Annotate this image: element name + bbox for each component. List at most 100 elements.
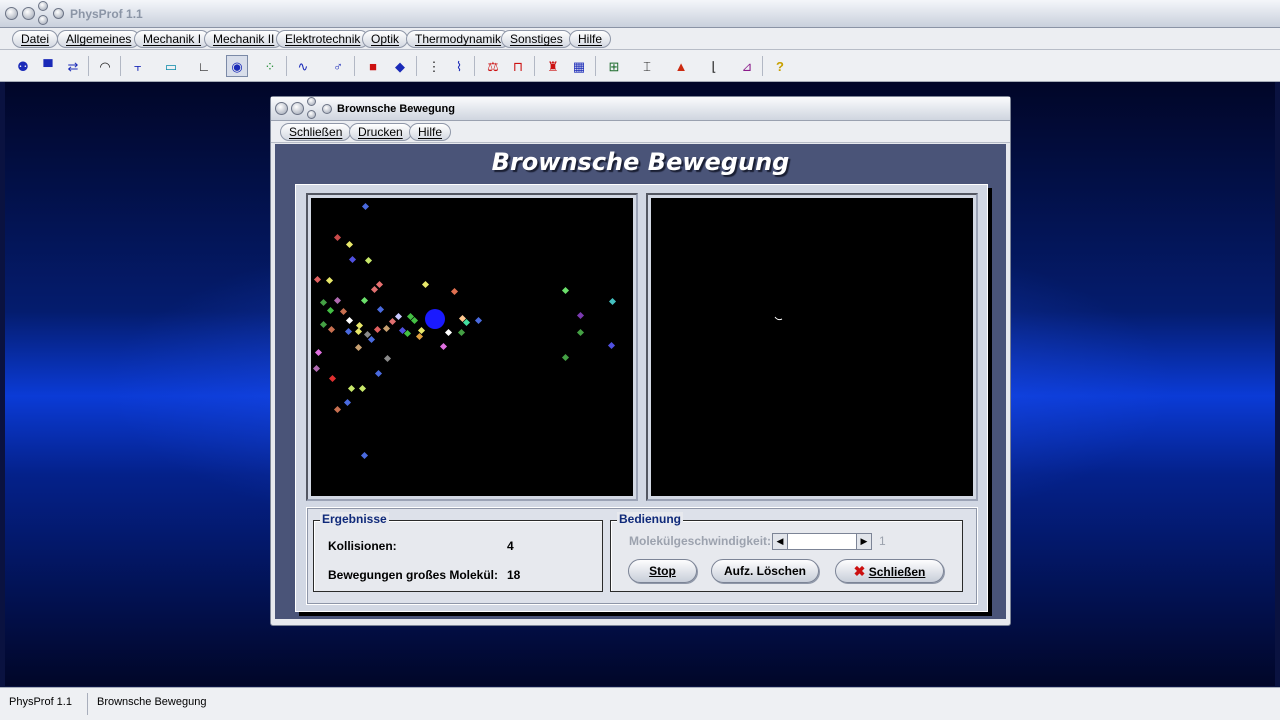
win-menu-close[interactable]: Schließen (280, 123, 352, 141)
small-molecule (319, 320, 328, 329)
small-molecule (343, 398, 352, 407)
window-title: Brownsche Bewegung (337, 103, 455, 115)
small-molecule (348, 255, 357, 264)
menu-datei[interactable]: Datei (12, 30, 59, 48)
toolbar-separator (120, 56, 121, 76)
collisions-label: Kollisionen: (328, 539, 397, 553)
spectrum-icon[interactable]: ⊿ (736, 55, 758, 77)
controls-area: Ergebnisse Kollisionen: 4 Bewegungen gro… (306, 507, 978, 605)
window-control-button[interactable] (307, 110, 316, 119)
controls-group: Bedienung Molekülgeschwindigkeit: ◀ ▶ 1 … (610, 512, 963, 592)
bar-icon[interactable]: ⋮ (423, 55, 445, 77)
win-menu-help[interactable]: Hilfe (409, 123, 452, 141)
menu-optik[interactable]: Optik (362, 30, 409, 48)
molecules-icon[interactable]: ⚉ (12, 55, 34, 77)
menu-hilfe[interactable]: Hilfe (569, 30, 612, 48)
app-icon (53, 8, 64, 19)
frame-icon[interactable]: ⊓ (507, 55, 529, 77)
dots-icon[interactable]: ⁘ (259, 55, 281, 77)
small-molecule (360, 451, 369, 460)
stop-button-label: Stop (649, 564, 676, 578)
app-title: PhysProf 1.1 (70, 7, 143, 21)
weight-icon[interactable]: ■ (362, 55, 384, 77)
close-button[interactable]: ✖ Schließen (835, 559, 944, 583)
exchange-icon[interactable]: ⇄ (62, 55, 84, 77)
menu-sonstiges[interactable]: Sonstiges (501, 30, 572, 48)
small-molecule (415, 332, 424, 341)
window-control-button[interactable] (38, 15, 48, 25)
small-molecule (383, 354, 392, 363)
small-molecule (314, 348, 323, 357)
menu-allgemeines[interactable]: Allgemeines (57, 30, 141, 48)
small-molecule (444, 328, 453, 337)
small-molecule (410, 316, 419, 325)
scroll-right-icon[interactable]: ▶ (856, 534, 871, 549)
level-icon[interactable]: ⫟ (127, 55, 149, 77)
transistor-icon[interactable]: ⊞ (603, 55, 625, 77)
window-control-button[interactable] (38, 1, 48, 11)
clear-trace-button-label: Aufz. Löschen (723, 564, 806, 578)
gender-icon[interactable]: ♂ (327, 55, 349, 77)
magnet-icon[interactable]: ◆ (389, 55, 411, 77)
balance-icon[interactable]: ▀ (37, 55, 59, 77)
simulation-screen-frame (306, 193, 638, 501)
small-molecule (474, 316, 483, 325)
app-title-bar: PhysProf 1.1 (0, 0, 1280, 28)
small-molecule (360, 296, 369, 305)
menu-thermodynamik[interactable]: Thermodynamik (406, 30, 511, 48)
window-title-bar[interactable]: Brownsche Bewegung (271, 97, 1010, 121)
scroll-left-icon[interactable]: ◀ (773, 534, 788, 549)
small-molecule (375, 280, 384, 289)
resistor-icon[interactable]: ⌶ (636, 55, 658, 77)
window-body: Brownsche Bewegung Ergebnisse Kollisione… (275, 144, 1006, 619)
small-molecule (313, 275, 322, 284)
simulation-screen (311, 198, 633, 496)
menu-elektrotechnik[interactable]: Elektrotechnik (276, 30, 370, 48)
distribution-icon[interactable]: ⌊ (703, 55, 725, 77)
small-molecule (457, 328, 466, 337)
small-molecule (376, 305, 385, 314)
help-icon[interactable]: ? (769, 55, 791, 77)
curve-icon[interactable]: ◠ (94, 55, 116, 77)
small-molecule (388, 317, 397, 326)
eye-icon[interactable]: ◉ (226, 55, 248, 77)
wave-icon[interactable]: ∿ (292, 55, 314, 77)
menu-mechanik-1[interactable]: Mechanik I (134, 30, 211, 48)
small-molecule (345, 316, 354, 325)
small-molecule (374, 369, 383, 378)
small-molecule (361, 202, 370, 211)
trace-path (774, 316, 783, 321)
close-button-label: Schließen (868, 565, 926, 579)
chart-icon[interactable]: ▦ (568, 55, 590, 77)
toolbar-separator (474, 56, 475, 76)
small-molecule (608, 297, 617, 306)
stop-button[interactable]: Stop (628, 559, 697, 583)
window-control-button[interactable] (307, 97, 316, 106)
speed-scrollbar[interactable]: ◀ ▶ (772, 533, 872, 550)
scale-icon[interactable]: ⚖ (482, 55, 504, 77)
small-molecule (403, 329, 412, 338)
small-molecule (325, 276, 334, 285)
graph-icon[interactable]: ∟ (193, 55, 215, 77)
brownian-motion-window: Brownsche Bewegung Schließen Drucken Hil… (270, 96, 1011, 626)
window-control-button[interactable] (291, 102, 304, 115)
small-molecule (358, 384, 367, 393)
win-menu-print[interactable]: Drucken (349, 123, 412, 141)
small-molecule (367, 335, 376, 344)
toolbar-separator (88, 56, 89, 76)
small-molecule (576, 311, 585, 320)
toolbar-separator (595, 56, 596, 76)
window-control-button[interactable] (22, 7, 35, 20)
figure-icon[interactable]: ♜ (542, 55, 564, 77)
menu-mechanik-2[interactable]: Mechanik II (204, 30, 284, 48)
clear-trace-button[interactable]: Aufz. Löschen (711, 559, 819, 583)
window-control-button[interactable] (5, 7, 18, 20)
toolbar: ⚉ ▀ ⇄ ◠ ⫟ ▭ ∟ ◉ ⁘ ∿ ♂ ■ ◆ ⋮ ⌇ ⚖ ⊓ ♜ ▦ ⊞ … (0, 50, 1280, 82)
trace-screen (651, 198, 973, 496)
window-control-button[interactable] (275, 102, 288, 115)
graph2-icon[interactable]: ⌇ (448, 55, 470, 77)
triangle-icon[interactable]: ▲ (670, 55, 692, 77)
small-molecule (364, 256, 373, 265)
pump-icon[interactable]: ▭ (160, 55, 182, 77)
small-molecule (421, 280, 430, 289)
